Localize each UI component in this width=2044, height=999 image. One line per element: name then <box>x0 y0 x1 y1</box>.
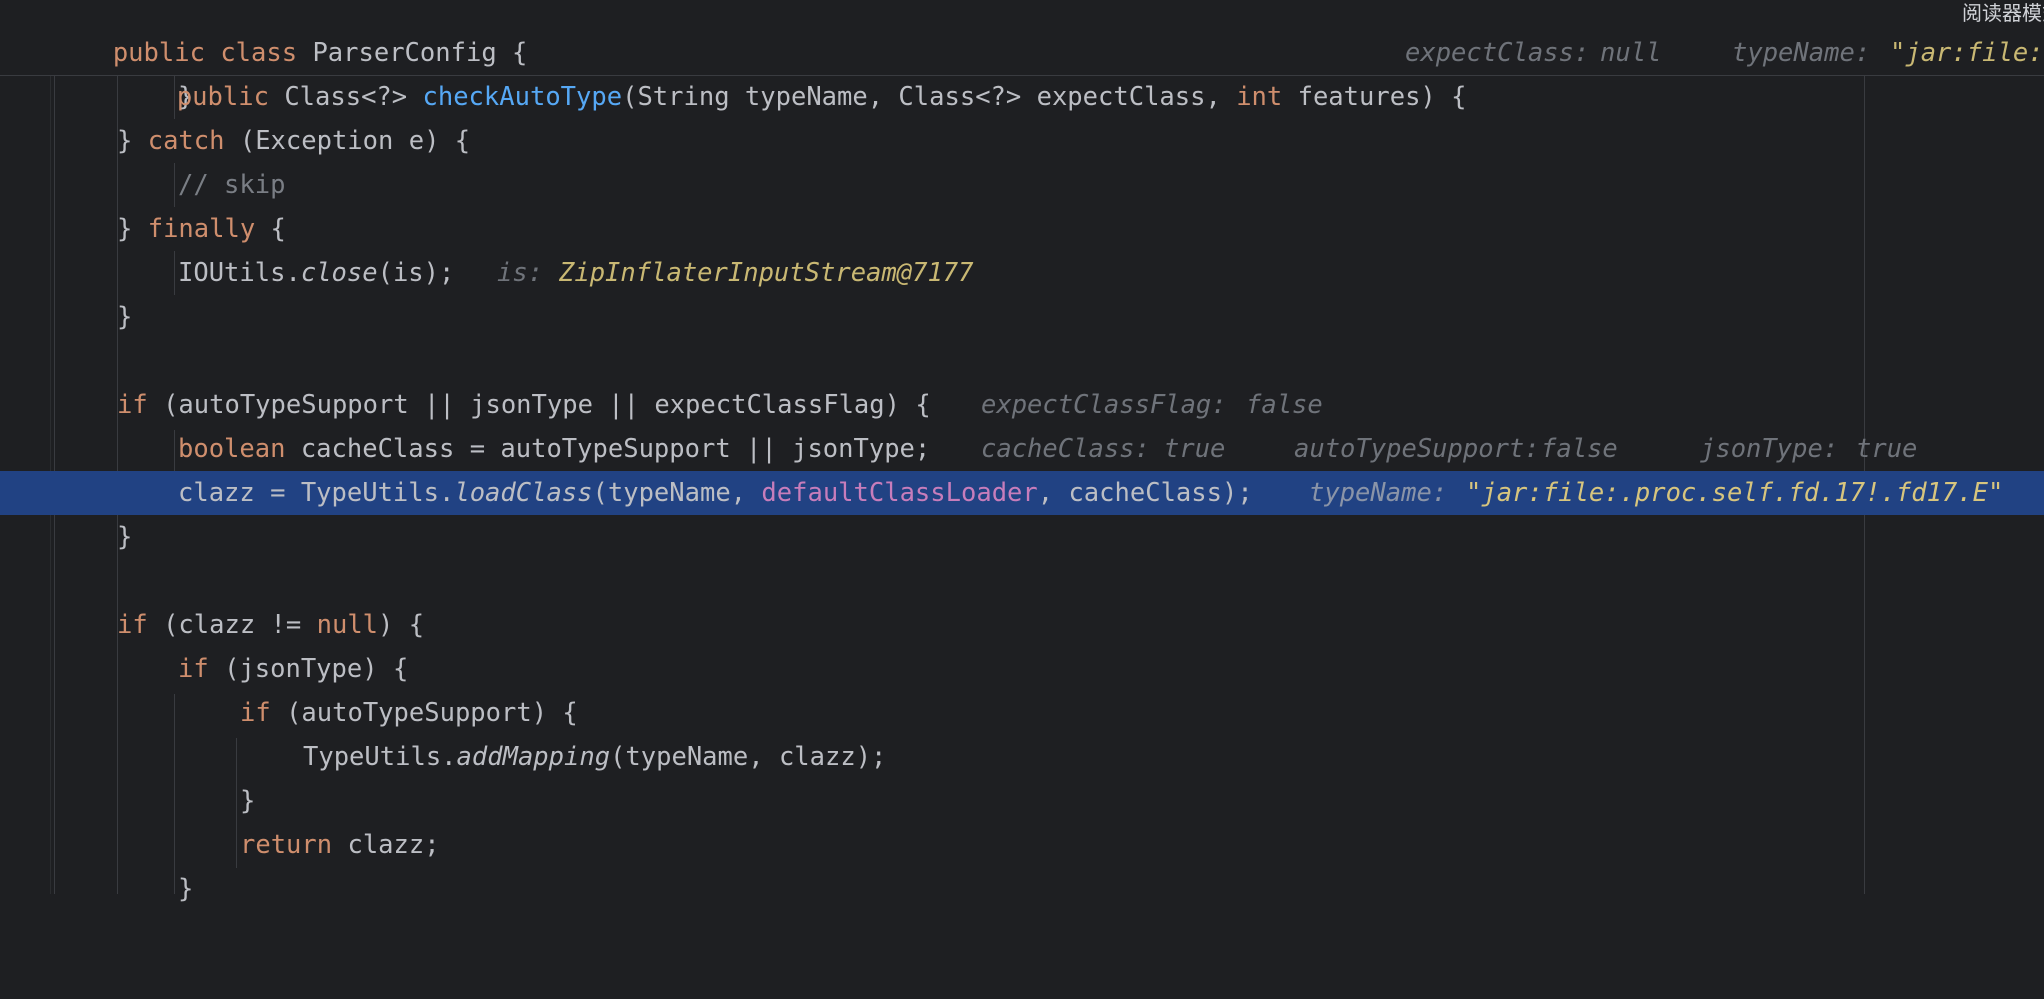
code-text: clazz; <box>332 830 440 860</box>
comment: // skip <box>178 170 286 200</box>
keyword-int: int <box>1236 82 1283 112</box>
inlay-hint-label: autoTypeSupport: <box>1294 434 1540 464</box>
code-line-empty[interactable] <box>0 559 2044 603</box>
code-text: cacheClass = autoTypeSupport || jsonType… <box>285 434 931 464</box>
keyword-if: if <box>240 698 271 728</box>
keyword-public: public <box>176 82 269 112</box>
inlay-hint-typename-value: "jar:file: <box>1890 38 2044 68</box>
code-line[interactable]: } <box>0 867 2044 911</box>
code-line-empty[interactable] <box>0 339 2044 383</box>
sticky-scope-header[interactable]: public class ParserConfig { public Class… <box>0 0 2044 112</box>
method-params-end: features) { <box>1282 82 1467 112</box>
code-line[interactable]: } <box>0 779 2044 823</box>
closing-brace: } <box>117 522 133 552</box>
inlay-hint-typename-label: typeName: <box>1732 38 1871 68</box>
closing-brace: } <box>240 786 256 816</box>
inlay-hint-label: expectClassFlag: <box>981 390 1227 420</box>
code-text: (autoTypeSupport || jsonType || expectCl… <box>147 390 931 420</box>
code-text: clazz = TypeUtils. <box>178 478 455 508</box>
code-text: (is); <box>377 258 455 288</box>
code-text: (typeName, clazz); <box>610 742 887 772</box>
code-line[interactable]: // skip <box>0 163 2044 207</box>
code-line[interactable]: } <box>0 515 2044 559</box>
code-text: (clazz != <box>147 610 317 640</box>
code-text: (jsonType) { <box>208 654 409 684</box>
return-type: Class<?> <box>284 82 408 112</box>
code-line[interactable]: IOUtils.close(is); is: ZipInflaterInputS… <box>0 251 2044 295</box>
closing-brace: } <box>117 302 133 332</box>
inlay-hint-value: true <box>1856 434 1918 464</box>
code-line[interactable]: } finally { <box>0 207 2044 251</box>
sticky-class-line[interactable]: public class ParserConfig { <box>0 0 2044 68</box>
inlay-hint-label: cacheClass: <box>981 434 1150 464</box>
inlay-hint-label: typeName: <box>1309 478 1448 508</box>
static-method-call[interactable]: close <box>301 258 378 288</box>
method-name[interactable]: checkAutoType <box>423 82 623 112</box>
code-line[interactable]: return clazz; <box>0 823 2044 867</box>
code-editor[interactable]: public class ParserConfig { public Class… <box>0 0 2044 904</box>
code-text: (autoTypeSupport) { <box>270 698 578 728</box>
code-line[interactable]: if (autoTypeSupport) { <box>0 691 2044 735</box>
inlay-hint-value: ZipInflaterInputStream@7177 <box>559 258 974 288</box>
keyword-null: null <box>316 610 379 640</box>
code-line[interactable]: TypeUtils.addMapping(typeName, clazz); <box>0 735 2044 779</box>
code-text: } <box>117 214 148 244</box>
inlay-hint-value: false <box>1541 434 1618 464</box>
code-text: , cacheClass); <box>1037 478 1253 508</box>
inlay-hint-value: "jar:file:.proc.self.fd.17!.fd17.E" <box>1466 478 2004 508</box>
keyword-finally: finally <box>147 214 256 244</box>
keyword-return: return <box>240 830 333 860</box>
inlay-hint-label: jsonType: <box>1700 434 1839 464</box>
inlay-hint-value: false <box>1246 390 1323 420</box>
keyword-boolean: boolean <box>178 434 286 464</box>
code-text: TypeUtils. <box>303 742 457 772</box>
inlay-hint-expectclass-label: expectClass: <box>1405 38 1590 68</box>
keyword-if: if <box>117 610 148 640</box>
reader-mode-toggle[interactable]: 阅读器模式 <box>1962 0 2044 26</box>
static-method-call[interactable]: addMapping <box>457 742 611 772</box>
code-line[interactable]: } <box>0 295 2044 339</box>
code-line[interactable]: boolean cacheClass = autoTypeSupport || … <box>0 427 2044 471</box>
code-line[interactable]: if (clazz != null) { <box>0 603 2044 647</box>
closing-brace: } <box>178 874 194 904</box>
method-params: (String typeName, Class<?> expectClass, <box>622 82 1237 112</box>
sticky-method-line[interactable]: public Class<?> checkAutoType(String typ… <box>0 31 2044 112</box>
code-text: IOUtils. <box>178 258 301 288</box>
inlay-hint-expectclass-value: null <box>1600 38 1662 68</box>
field-reference[interactable]: defaultClassLoader <box>761 478 1037 508</box>
execution-point-line[interactable]: clazz = TypeUtils.loadClass(typeName, de… <box>0 471 2044 515</box>
inlay-hint-value: true <box>1164 434 1226 464</box>
static-method-call[interactable]: loadClass <box>454 478 592 508</box>
code-text: (typeName, <box>592 478 762 508</box>
inlay-hint-label: is: <box>497 258 544 288</box>
keyword-if: if <box>178 654 209 684</box>
code-text: ) { <box>378 610 425 640</box>
keyword-if: if <box>117 390 148 420</box>
code-line[interactable]: if (autoTypeSupport || jsonType || expec… <box>0 383 2044 427</box>
code-line[interactable]: if (jsonType) { <box>0 647 2044 691</box>
code-text: { <box>255 214 286 244</box>
